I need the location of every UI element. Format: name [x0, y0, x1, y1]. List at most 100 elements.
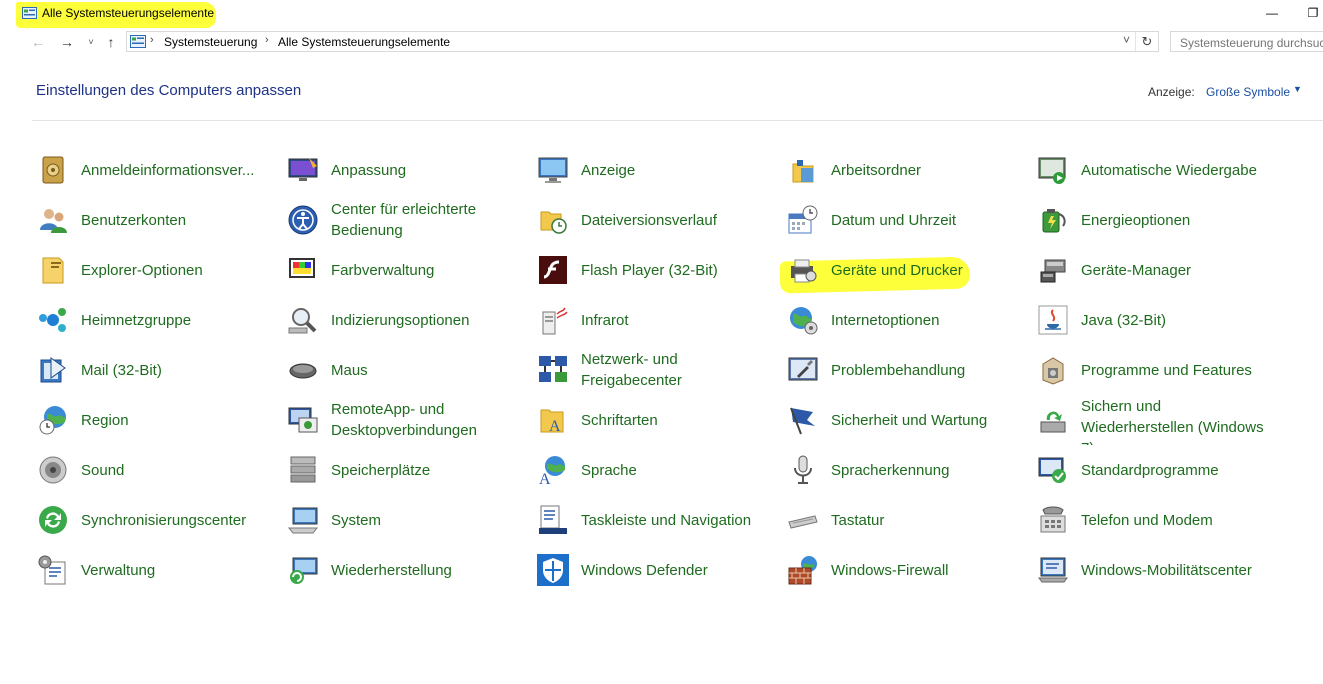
item-label: Problembehandlung — [831, 361, 966, 379]
item-label: RemoteApp- und Desktopverbindungen — [331, 401, 477, 439]
item-label: Dateiversionsverlauf — [581, 211, 717, 229]
item-display[interactable]: Anzeige — [537, 145, 777, 195]
item-sync-center[interactable]: Synchronisierungscenter — [37, 495, 277, 545]
item-infrared[interactable]: Infrarot — [537, 295, 777, 345]
search-input[interactable] — [1170, 31, 1323, 52]
maximize-icon[interactable]: ❐ — [1303, 4, 1323, 22]
item-mail[interactable]: Mail (32-Bit) — [37, 345, 277, 395]
personalization-monitor-icon — [288, 158, 318, 181]
item-color-management[interactable]: Farbverwaltung — [287, 245, 527, 295]
item-system[interactable]: System — [287, 495, 527, 545]
item-label: Farbverwaltung — [331, 261, 435, 279]
item-label: Netzwerk- und Freigabecenter — [581, 351, 682, 389]
item-label: Infrarot — [581, 311, 629, 329]
item-label: System — [331, 511, 382, 529]
item-explorer-options[interactable]: Explorer-Optionen — [37, 245, 277, 295]
item-homegroup[interactable]: Heimnetzgruppe — [37, 295, 277, 345]
breadcrumb-all-items[interactable]: Alle Systemsteuerungselemente — [278, 35, 450, 49]
item-credential-manager[interactable]: Anmeldeinformationsver... — [37, 145, 277, 195]
item-devices-printers[interactable]: Geräte und Drucker — [787, 245, 1027, 295]
address-dropdown-chevron-icon[interactable]: ˅ — [1123, 33, 1130, 47]
breadcrumb-systemsteuerung[interactable]: Systemsteuerung — [164, 35, 257, 49]
item-user-accounts[interactable]: Benutzerkonten — [37, 195, 277, 245]
item-ease-of-access[interactable]: Center für erleichterte Bedienung — [287, 195, 527, 245]
item-administrative-tools[interactable]: Verwaltung — [37, 545, 277, 595]
item-label: Explorer-Optionen — [81, 261, 203, 279]
item-windows-defender[interactable]: Windows Defender — [537, 545, 777, 595]
item-default-programs[interactable]: Standardprogramme — [1037, 445, 1277, 495]
item-taskbar-navigation[interactable]: Taskleiste und Navigation — [537, 495, 777, 545]
indexing-options-icon — [288, 308, 317, 334]
item-phone-modem[interactable]: Telefon und Modem — [1037, 495, 1277, 545]
internet-options-icon — [790, 307, 818, 335]
back-arrow-icon[interactable]: ← — [29, 32, 47, 52]
page-title: Einstellungen des Computers anpassen — [36, 82, 302, 99]
item-device-manager[interactable]: Geräte-Manager — [1037, 245, 1277, 295]
item-network-sharing[interactable]: Netzwerk- und Freigabecenter — [537, 345, 777, 395]
item-backup-restore[interactable]: Sichern und Wiederherstellen (Windows 7) — [1037, 395, 1277, 445]
item-label: Sicherheit und Wartung — [831, 411, 988, 429]
programs-features-icon — [1042, 357, 1064, 385]
item-windows-firewall[interactable]: Windows-Firewall — [787, 545, 1027, 595]
view-dropdown-caret-icon[interactable]: ▼ — [1293, 84, 1302, 94]
item-sound[interactable]: Sound — [37, 445, 277, 495]
device-manager-icon — [1040, 259, 1066, 283]
network-sharing-icon — [539, 356, 567, 382]
item-work-folders[interactable]: Arbeitsordner — [787, 145, 1027, 195]
recent-locations-chevron-icon[interactable]: ˅ — [82, 32, 100, 52]
item-indexing-options[interactable]: Indizierungsoptionen — [287, 295, 527, 345]
item-keyboard[interactable]: Tastatur — [787, 495, 1027, 545]
devices-printers-icon — [791, 259, 817, 283]
system-computer-icon — [287, 507, 319, 534]
item-speech-recognition[interactable]: Spracherkennung — [787, 445, 1027, 495]
item-file-history[interactable]: Dateiversionsverlauf — [537, 195, 777, 245]
item-java[interactable]: Java (32-Bit) — [1037, 295, 1277, 345]
item-label: Arbeitsordner — [831, 161, 922, 179]
mobility-center-icon — [1038, 557, 1068, 583]
item-flash-player[interactable]: Flash Player (32-Bit) — [537, 245, 777, 295]
backup-restore-icon — [1040, 411, 1066, 433]
item-label: Heimnetzgruppe — [81, 311, 192, 329]
file-history-icon — [540, 211, 567, 234]
region-globe-icon — [39, 406, 66, 435]
item-troubleshooting[interactable]: Problembehandlung — [787, 345, 1027, 395]
item-date-time[interactable]: Datum und Uhrzeit — [787, 195, 1027, 245]
item-label: Indizierungsoptionen — [331, 311, 470, 329]
address-bar[interactable]: › Systemsteuerung › Alle Systemsteuerung… — [126, 31, 1159, 52]
item-power-options[interactable]: Energieoptionen — [1037, 195, 1277, 245]
breadcrumb-separator-icon[interactable]: › — [150, 34, 154, 46]
item-recovery[interactable]: Wiederherstellung — [287, 545, 527, 595]
item-mobility-center[interactable]: Windows-Mobilitätscenter — [1037, 545, 1277, 595]
item-label: Sound — [81, 461, 125, 479]
item-storage-spaces[interactable]: Speicherplätze — [287, 445, 527, 495]
refresh-icon[interactable]: ↻ — [1135, 32, 1158, 51]
item-personalization[interactable]: Anpassung — [287, 145, 527, 195]
item-label: Anmeldeinformationsver... — [81, 161, 255, 179]
item-remoteapp[interactable]: RemoteApp- und Desktopverbindungen — [287, 395, 527, 445]
up-arrow-icon[interactable]: ↑ — [102, 32, 120, 52]
breadcrumb-separator-icon[interactable]: › — [265, 34, 269, 46]
view-mode-dropdown[interactable]: Große Symbole — [1206, 85, 1290, 99]
sync-center-icon — [39, 506, 67, 534]
item-internet-options[interactable]: Internetoptionen — [787, 295, 1027, 345]
item-label: Tastatur — [831, 511, 885, 529]
item-label: Standardprogramme — [1081, 461, 1219, 479]
default-programs-icon — [1038, 457, 1066, 483]
item-security-maintenance[interactable]: Sicherheit und Wartung — [787, 395, 1027, 445]
header-divider — [32, 120, 1323, 121]
autoplay-icon — [1038, 157, 1066, 184]
item-autoplay[interactable]: Automatische Wiedergabe — [1037, 145, 1277, 195]
minimize-icon[interactable]: — — [1262, 4, 1282, 22]
item-label: Mail (32-Bit) — [81, 361, 162, 379]
item-label: Automatische Wiedergabe — [1081, 161, 1257, 179]
item-fonts[interactable]: A Schriftarten — [537, 395, 777, 445]
item-label: Center für erleichterte Bedienung — [331, 201, 477, 239]
item-programs-features[interactable]: Programme und Features — [1037, 345, 1277, 395]
item-label: Java (32-Bit) — [1081, 311, 1167, 329]
item-label: Schriftarten — [581, 411, 658, 429]
item-mouse[interactable]: Maus — [287, 345, 527, 395]
item-language[interactable]: A Sprache — [537, 445, 777, 495]
forward-arrow-icon[interactable]: → — [58, 32, 76, 52]
svg-text:A: A — [549, 418, 561, 435]
item-region[interactable]: Region — [37, 395, 277, 445]
